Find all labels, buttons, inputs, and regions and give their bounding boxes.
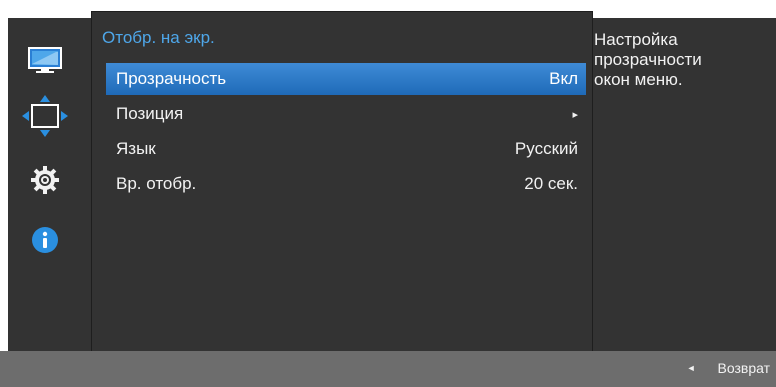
menu-item-value: Вкл	[549, 69, 578, 88]
info-icon[interactable]	[20, 218, 70, 262]
osd-menu: Отобр. на экр. Прозрачность Вкл Позиция …	[91, 11, 593, 352]
monitor-icon[interactable]	[20, 38, 70, 82]
submenu-arrow-icon: ▸	[572, 108, 578, 121]
back-label: Возврат	[717, 360, 771, 376]
menu-item-label: Прозрачность	[116, 69, 227, 88]
gear-icon[interactable]	[20, 158, 70, 202]
menu-item-display-time[interactable]: Вр. отобр. 20 сек.	[106, 168, 586, 200]
back-button[interactable]: ◄ Возврат	[687, 360, 770, 376]
help-line: окон меню.	[594, 70, 683, 89]
menu-item-label: Позиция	[116, 104, 184, 123]
osd-screen: Отобр. на экр. Прозрачность Вкл Позиция …	[0, 0, 776, 387]
menu-item-value: Русский	[514, 139, 578, 158]
help-line: прозрачности	[594, 50, 702, 69]
menu-title: Отобр. на экр.	[102, 28, 215, 47]
sidebar	[8, 18, 92, 351]
menu-item-transparency[interactable]: Прозрачность Вкл	[106, 63, 586, 95]
bottom-bar: ◄ Возврат	[0, 351, 776, 387]
menu-list: Прозрачность Вкл Позиция ▸ Язык Русский …	[106, 63, 586, 203]
menu-item-position[interactable]: Позиция ▸	[106, 98, 586, 130]
menu-item-value: 20 сек.	[524, 174, 578, 193]
help-line: Настройка	[594, 30, 678, 49]
help-panel: Настройка прозрачности окон меню.	[593, 18, 776, 351]
left-arrow-icon: ◄	[686, 363, 696, 373]
menu-item-label: Вр. отобр.	[116, 174, 197, 193]
menu-item-label: Язык	[116, 139, 156, 158]
help-text: Настройка прозрачности окон меню.	[593, 30, 763, 90]
move-arrows-icon[interactable]	[20, 94, 70, 138]
menu-item-language[interactable]: Язык Русский	[106, 133, 586, 165]
